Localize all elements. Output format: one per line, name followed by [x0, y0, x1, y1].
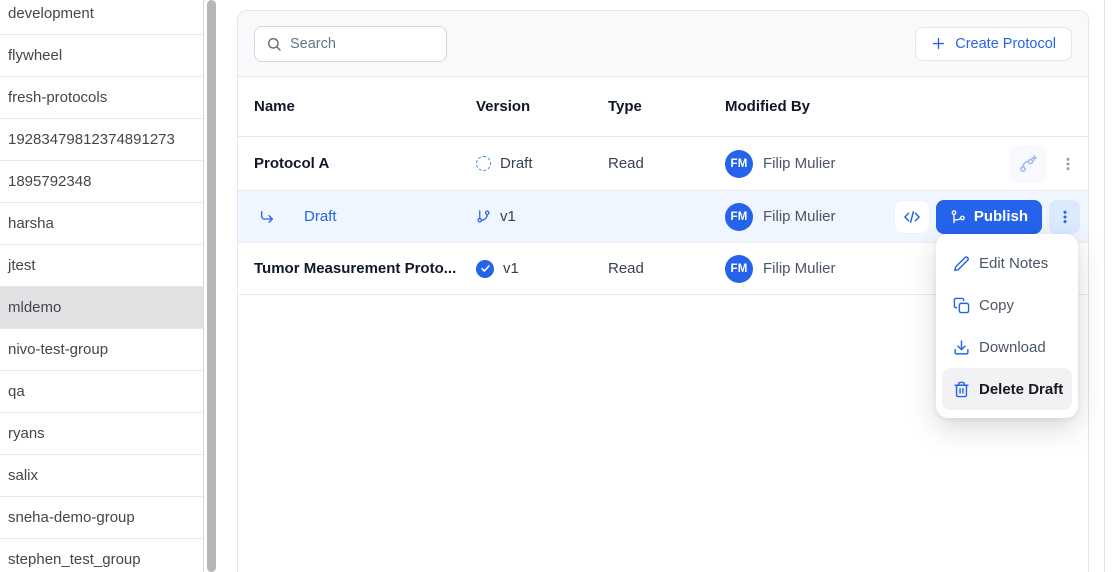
sidebar-item-label: stephen_test_group: [8, 551, 141, 568]
create-draft-branch-button[interactable]: [1009, 144, 1047, 183]
modified-by-name: Filip Mulier: [763, 155, 836, 172]
column-header-type: Type: [608, 98, 642, 115]
row-menu-kebab-active[interactable]: [1049, 199, 1080, 234]
avatar: FM: [725, 149, 753, 178]
modified-by-name: Filip Mulier: [763, 260, 836, 277]
menu-item-label: Download: [979, 338, 1046, 356]
group-list-sidebar: development flywheel fresh-protocols 192…: [0, 0, 204, 572]
sidebar-item-label: salix: [8, 467, 39, 484]
pencil-icon: [953, 255, 970, 272]
sidebar-item-label: jtest: [8, 257, 36, 274]
group-list: development flywheel fresh-protocols 192…: [0, 0, 203, 572]
modified-by-name: Filip Mulier: [763, 208, 836, 225]
check-circle-icon: [476, 259, 494, 278]
git-branch-plus-icon: [1020, 154, 1038, 172]
menu-item-edit-notes[interactable]: Edit Notes: [942, 242, 1072, 284]
git-branch-icon: [476, 209, 491, 224]
sidebar-item-label: flywheel: [8, 47, 63, 64]
search-box: [254, 25, 447, 62]
app-root: development flywheel fresh-protocols 192…: [0, 0, 1116, 572]
sidebar-item-flywheel[interactable]: flywheel: [0, 35, 203, 77]
sidebar-item-ryans[interactable]: ryans: [0, 413, 203, 455]
create-protocol-button[interactable]: Create Protocol: [915, 26, 1072, 61]
sidebar-item-mldemo[interactable]: mldemo: [0, 287, 203, 329]
draft-name: Draft: [304, 208, 337, 225]
sidebar-item-label: 1895792348: [8, 173, 92, 190]
sidebar-item-qa[interactable]: qa: [0, 371, 203, 413]
protocol-name: Tumor Measurement Proto...: [254, 260, 457, 277]
protocol-name: Protocol A: [254, 155, 330, 172]
avatar: FM: [725, 202, 753, 231]
version-label: v1: [500, 208, 516, 225]
menu-item-label: Delete Draft: [979, 380, 1064, 398]
table-row-protocol-a[interactable]: Protocol A Draft Read FM Filip Mulier: [238, 137, 1088, 191]
trash-icon: [953, 381, 970, 398]
publish-button[interactable]: Publish: [935, 199, 1042, 234]
kebab-icon: [1062, 210, 1067, 223]
version-label: Draft: [500, 155, 533, 172]
sidebar-item-label: ryans: [8, 425, 45, 442]
git-merge-icon: [950, 209, 966, 225]
menu-item-label: Edit Notes: [979, 254, 1049, 272]
sidebar-item-development[interactable]: development: [0, 0, 203, 35]
row-menu-kebab-icon[interactable]: [1060, 156, 1076, 172]
search-input[interactable]: [290, 35, 435, 52]
create-protocol-label: Create Protocol: [955, 35, 1056, 52]
sidebar-item-label: harsha: [8, 215, 54, 232]
sidebar-item-sneha-demo-group[interactable]: sneha-demo-group: [0, 497, 203, 539]
panel-divider: [1104, 0, 1105, 572]
menu-item-copy[interactable]: Copy: [942, 284, 1072, 326]
code-icon: [903, 210, 920, 223]
column-header-name: Name: [254, 98, 295, 115]
corner-down-right-icon: [259, 209, 275, 225]
sidebar-item-label: fresh-protocols: [8, 89, 108, 106]
avatar: FM: [725, 254, 753, 283]
dashed-circle-icon: [476, 156, 491, 171]
plus-icon: [931, 36, 946, 51]
type-label: Read: [608, 260, 644, 277]
copy-icon: [953, 297, 970, 314]
sidebar-item-jtest[interactable]: jtest: [0, 245, 203, 287]
search-icon: [266, 36, 282, 52]
sidebar-item-1895792348[interactable]: 1895792348: [0, 161, 203, 203]
sidebar-item-harsha[interactable]: harsha: [0, 203, 203, 245]
sidebar-item-fresh-protocols[interactable]: fresh-protocols: [0, 77, 203, 119]
sidebar-item-nivo-test-group[interactable]: nivo-test-group: [0, 329, 203, 371]
sidebar-item-salix[interactable]: salix: [0, 455, 203, 497]
menu-item-download[interactable]: Download: [942, 326, 1072, 368]
sidebar-item-label: sneha-demo-group: [8, 509, 135, 526]
table-header: Name Version Type Modified By: [238, 77, 1088, 137]
menu-item-label: Copy: [979, 296, 1015, 314]
column-header-version: Version: [476, 98, 531, 115]
type-label: Read: [608, 155, 644, 172]
sidebar-item-19283479812374891273[interactable]: 19283479812374891273: [0, 119, 203, 161]
sidebar-scrollbar[interactable]: [207, 0, 216, 572]
publish-label: Publish: [973, 208, 1028, 225]
view-code-button[interactable]: [893, 199, 930, 234]
sidebar-item-label: nivo-test-group: [8, 341, 109, 358]
sidebar-item-stephen-test-group[interactable]: stephen_test_group: [0, 539, 203, 572]
draft-context-menu: Edit Notes Copy Download Delete Draft: [936, 234, 1078, 418]
sidebar-item-label: development: [8, 5, 94, 22]
sidebar-item-label: qa: [8, 383, 25, 400]
download-icon: [953, 339, 970, 356]
version-label: v1: [503, 260, 519, 277]
sidebar-item-label: 19283479812374891273: [8, 131, 175, 148]
menu-item-delete-draft[interactable]: Delete Draft: [942, 368, 1072, 410]
panel-toolbar: Create Protocol: [238, 11, 1088, 77]
sidebar-item-label: mldemo: [8, 299, 62, 316]
column-header-modified-by: Modified By: [725, 98, 810, 115]
